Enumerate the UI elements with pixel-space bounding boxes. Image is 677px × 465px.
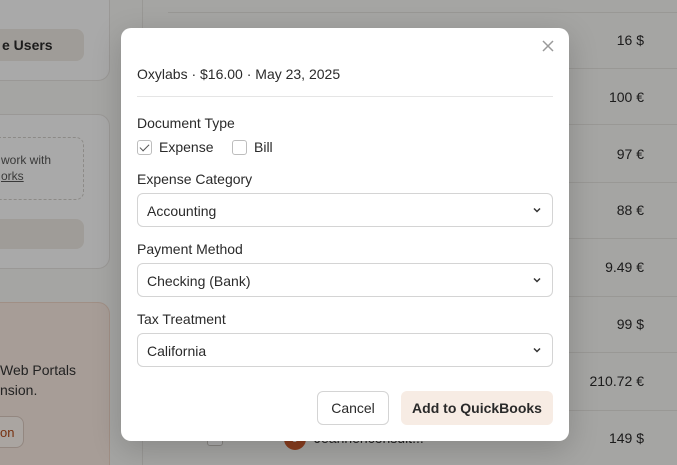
expense-category-select[interactable]: Accounting bbox=[137, 193, 553, 227]
chevron-down-icon bbox=[533, 277, 541, 283]
bill-checkbox[interactable]: Bill bbox=[232, 139, 273, 155]
chevron-down-icon bbox=[533, 347, 541, 353]
expense-category-label: Expense Category bbox=[137, 171, 253, 187]
expense-category-value: Accounting bbox=[147, 203, 217, 219]
close-icon[interactable] bbox=[539, 37, 557, 55]
bill-label: Bill bbox=[254, 139, 273, 155]
quickbooks-modal: Oxylabs · $16.00 · May 23, 2025 Document… bbox=[121, 28, 569, 441]
payment-method-value: Checking (Bank) bbox=[147, 273, 251, 289]
tax-treatment-label: Tax Treatment bbox=[137, 311, 226, 327]
tax-treatment-select[interactable]: California bbox=[137, 333, 553, 367]
add-to-quickbooks-button[interactable]: Add to QuickBooks bbox=[401, 391, 553, 425]
payment-method-select[interactable]: Checking (Bank) bbox=[137, 263, 553, 297]
check-icon[interactable] bbox=[137, 139, 152, 155]
payment-method-label: Payment Method bbox=[137, 241, 243, 257]
document-type-label: Document Type bbox=[137, 115, 235, 131]
expense-checkbox[interactable]: Expense bbox=[137, 139, 213, 155]
expense-label: Expense bbox=[159, 139, 214, 155]
checkbox-box[interactable] bbox=[232, 139, 247, 155]
tax-treatment-value: California bbox=[147, 343, 207, 359]
chevron-down-icon bbox=[533, 207, 541, 213]
divider bbox=[137, 96, 553, 97]
modal-title: Oxylabs · $16.00 · May 23, 2025 bbox=[137, 66, 341, 82]
cancel-button[interactable]: Cancel bbox=[317, 391, 389, 425]
